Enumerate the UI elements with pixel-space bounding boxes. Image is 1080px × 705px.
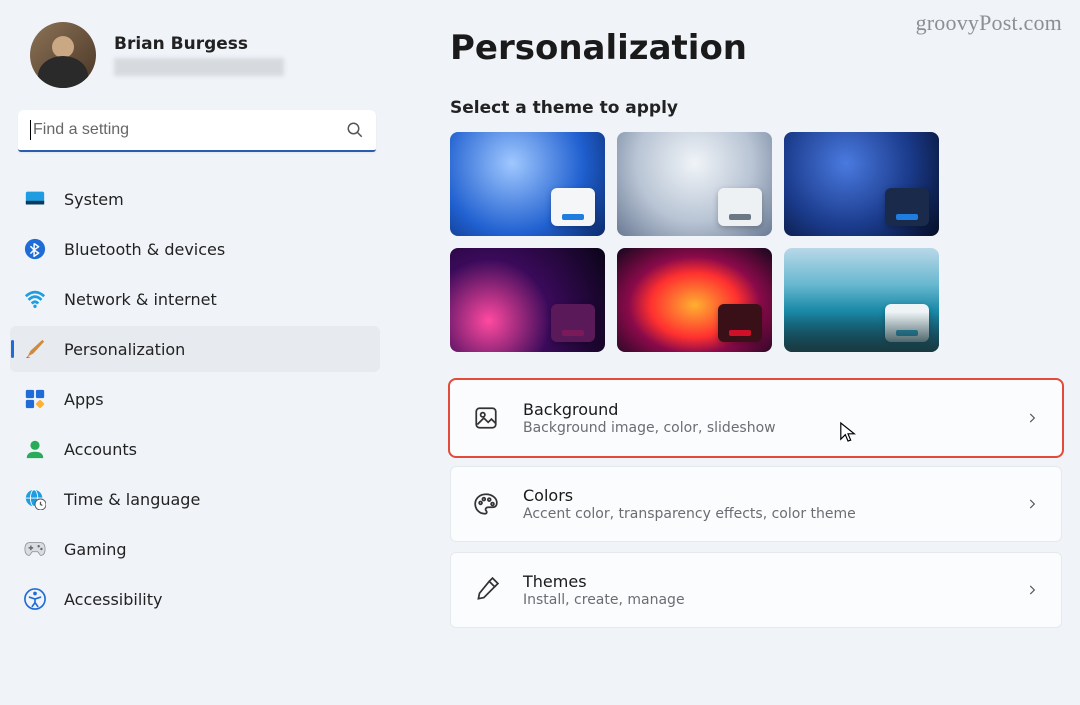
accounts-icon bbox=[24, 438, 46, 460]
themes-subtitle: Select a theme to apply bbox=[450, 98, 1062, 118]
theme-blue-bloom-light[interactable] bbox=[450, 132, 605, 236]
nav-bluetooth[interactable]: Bluetooth & devices bbox=[10, 226, 380, 272]
option-themes[interactable]: Themes Install, create, manage bbox=[450, 552, 1062, 628]
wifi-icon bbox=[24, 288, 46, 310]
brush-icon bbox=[473, 577, 499, 603]
theme-grey-bloom-light[interactable] bbox=[617, 132, 772, 236]
chevron-right-icon bbox=[1025, 411, 1039, 425]
nav-label: Bluetooth & devices bbox=[64, 240, 225, 259]
chevron-right-icon bbox=[1025, 583, 1039, 597]
apps-icon bbox=[24, 388, 46, 410]
profile-email-redacted bbox=[114, 58, 284, 76]
gamepad-icon bbox=[24, 538, 46, 560]
nav-apps[interactable]: Apps bbox=[10, 376, 380, 422]
settings-nav: System Bluetooth & devices Network & int… bbox=[0, 170, 390, 622]
nav-label: Gaming bbox=[64, 540, 127, 559]
nav-label: Accounts bbox=[64, 440, 137, 459]
nav-time-language[interactable]: Time & language bbox=[10, 476, 380, 522]
option-colors[interactable]: Colors Accent color, transparency effect… bbox=[450, 466, 1062, 542]
nav-label: Network & internet bbox=[64, 290, 217, 309]
sidebar: Brian Burgess System Bluet bbox=[0, 0, 390, 705]
nav-personalization[interactable]: Personalization bbox=[10, 326, 380, 372]
palette-icon bbox=[473, 491, 499, 517]
themes-grid bbox=[450, 132, 1062, 352]
nav-system[interactable]: System bbox=[10, 176, 380, 222]
option-background[interactable]: Background Background image, color, slid… bbox=[450, 380, 1062, 456]
globe-clock-icon bbox=[24, 488, 46, 510]
background-icon bbox=[473, 405, 499, 431]
theme-abstract-red[interactable] bbox=[617, 248, 772, 352]
nav-label: Apps bbox=[64, 390, 104, 409]
nav-label: System bbox=[64, 190, 124, 209]
theme-purple-glow[interactable] bbox=[450, 248, 605, 352]
nav-accessibility[interactable]: Accessibility bbox=[10, 576, 380, 622]
option-title: Colors bbox=[523, 486, 1001, 505]
watermark-text: groovyPost.com bbox=[916, 10, 1062, 36]
bluetooth-icon bbox=[24, 238, 46, 260]
option-title: Themes bbox=[523, 572, 1001, 591]
nav-network[interactable]: Network & internet bbox=[10, 276, 380, 322]
system-icon bbox=[24, 188, 46, 210]
nav-accounts[interactable]: Accounts bbox=[10, 426, 380, 472]
chevron-right-icon bbox=[1025, 497, 1039, 511]
nav-label: Accessibility bbox=[64, 590, 162, 609]
theme-blue-bloom-dark[interactable] bbox=[784, 132, 939, 236]
profile-block[interactable]: Brian Burgess bbox=[0, 22, 390, 110]
search-input[interactable] bbox=[33, 121, 346, 139]
profile-name: Brian Burgess bbox=[114, 34, 284, 54]
option-subtitle: Background image, color, slideshow bbox=[523, 420, 1001, 436]
theme-lake-light[interactable] bbox=[784, 248, 939, 352]
search-box[interactable] bbox=[18, 110, 376, 152]
option-title: Background bbox=[523, 400, 1001, 419]
main-content: Personalization Select a theme to apply … bbox=[390, 0, 1080, 705]
avatar bbox=[30, 22, 96, 88]
accessibility-icon bbox=[24, 588, 46, 610]
paintbrush-icon bbox=[24, 338, 46, 360]
search-icon bbox=[346, 121, 364, 139]
nav-gaming[interactable]: Gaming bbox=[10, 526, 380, 572]
option-subtitle: Accent color, transparency effects, colo… bbox=[523, 506, 1001, 522]
option-subtitle: Install, create, manage bbox=[523, 592, 1001, 608]
nav-label: Personalization bbox=[64, 340, 185, 359]
nav-label: Time & language bbox=[64, 490, 200, 509]
